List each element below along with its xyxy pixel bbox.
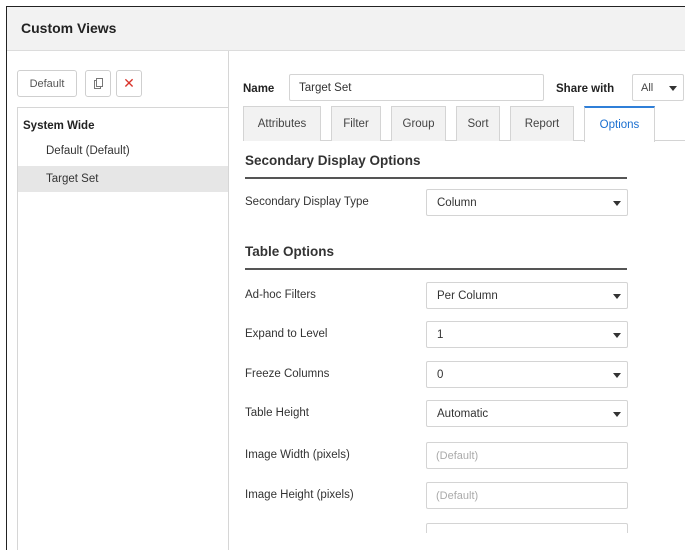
views-sidebar: Default ✕ System Wide Default (Default) … [7, 51, 229, 550]
select-value: 1 [437, 328, 444, 341]
section-divider [245, 268, 627, 270]
copy-view-button[interactable] [85, 70, 111, 97]
chevron-down-icon [613, 373, 621, 378]
options-tabs: Attributes Filter Group Sort Report Opti… [243, 106, 685, 142]
table-height-select[interactable]: Automatic [426, 400, 628, 427]
tab-filter[interactable]: Filter [331, 106, 381, 141]
secondary-display-title: Secondary Display Options [245, 153, 421, 168]
select-value: Column [437, 196, 477, 209]
default-button[interactable]: Default [17, 70, 77, 97]
expand-to-level-select[interactable]: 1 [426, 321, 628, 348]
chevron-down-icon [613, 412, 621, 417]
tree-item-target-set[interactable]: Target Set [18, 166, 228, 192]
tree-group-system-wide: System Wide [23, 120, 95, 132]
select-value: 0 [437, 368, 444, 381]
image-height-input[interactable]: (Default) [426, 482, 628, 509]
delete-view-button[interactable]: ✕ [116, 70, 142, 97]
tab-group[interactable]: Group [391, 106, 446, 141]
share-with-label: Share with [556, 83, 615, 95]
image-width-input[interactable]: (Default) [426, 442, 628, 469]
expand-to-level-label: Expand to Level [245, 328, 328, 340]
name-label: Name [243, 83, 275, 95]
secondary-display-type-label: Secondary Display Type [245, 196, 369, 208]
custom-views-dialog: Custom Views Default ✕ System Wide Defau… [6, 6, 685, 550]
tab-report[interactable]: Report [510, 106, 574, 141]
table-options-title: Table Options [245, 244, 335, 259]
table-height-label: Table Height [245, 407, 309, 419]
tree-item-label: Default (Default) [46, 145, 130, 157]
share-with-select[interactable]: All [632, 74, 684, 101]
copy-icon [93, 78, 103, 89]
share-with-value: All [641, 81, 654, 94]
tab-sort[interactable]: Sort [456, 106, 500, 141]
section-divider [245, 177, 627, 179]
close-icon: ✕ [123, 75, 135, 91]
tab-attributes[interactable]: Attributes [243, 106, 321, 141]
image-width-label: Image Width (pixels) [245, 449, 350, 461]
window-title: Custom Views [21, 20, 117, 36]
title-bar: Custom Views [7, 7, 685, 51]
image-height-label: Image Height (pixels) [245, 489, 354, 501]
views-tree: System Wide Default (Default) Target Set [17, 107, 228, 550]
name-input[interactable]: Target Set [289, 74, 544, 101]
freeze-columns-select[interactable]: 0 [426, 361, 628, 388]
chevron-down-icon [669, 86, 677, 91]
select-value: Automatic [437, 407, 489, 420]
chevron-down-icon [613, 201, 621, 206]
tab-options[interactable]: Options [584, 106, 655, 142]
secondary-display-type-select[interactable]: Column [426, 189, 628, 216]
next-field-partial[interactable] [426, 523, 628, 533]
chevron-down-icon [613, 294, 621, 299]
freeze-columns-label: Freeze Columns [245, 368, 330, 380]
ad-hoc-filters-select[interactable]: Per Column [426, 282, 628, 309]
ad-hoc-filters-label: Ad-hoc Filters [245, 289, 316, 301]
tree-item-label: Target Set [46, 173, 99, 185]
select-value: Per Column [437, 289, 498, 302]
chevron-down-icon [613, 333, 621, 338]
tree-item-default[interactable]: Default (Default) [18, 138, 228, 164]
